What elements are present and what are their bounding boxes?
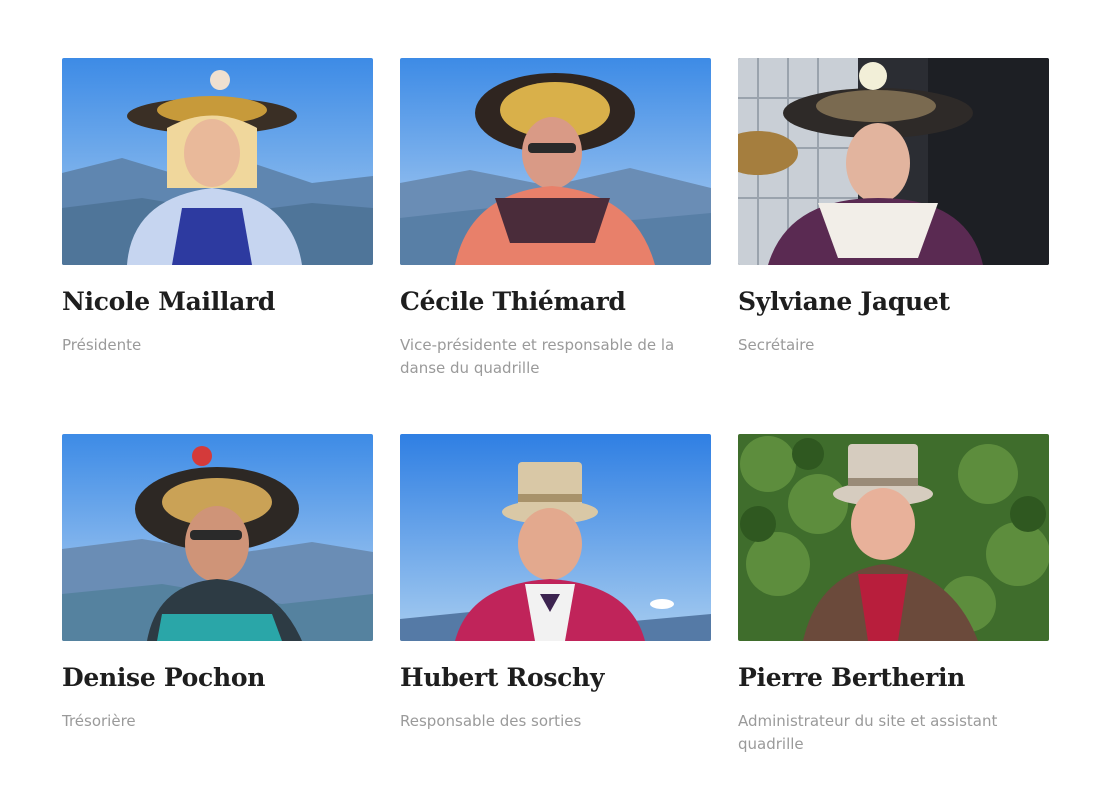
member-name: Pierre Bertherin: [738, 663, 966, 692]
member-name: Denise Pochon: [62, 663, 266, 692]
member-photo: [62, 434, 373, 641]
member-role: Secrétaire: [738, 336, 815, 354]
committee-grid: Nicole Maillard Présidente Cécile Thiéma…: [62, 58, 1049, 810]
member-photo: [738, 58, 1049, 265]
member-card: Nicole Maillard Présidente: [62, 58, 373, 434]
member-card: Cécile Thiémard Vice-présidente et respo…: [400, 58, 711, 434]
member-card: Hubert Roschy Responsable des sorties: [400, 434, 711, 810]
member-role: Administrateur du site et assistant quad…: [738, 712, 998, 753]
member-name: Sylviane Jaquet: [738, 287, 950, 316]
member-role: Responsable des sorties: [400, 712, 582, 730]
member-photo: [738, 434, 1049, 641]
member-card: Pierre Bertherin Administrateur du site …: [738, 434, 1049, 810]
member-card: Sylviane Jaquet Secrétaire: [738, 58, 1049, 434]
member-photo: [62, 58, 373, 265]
member-name: Cécile Thiémard: [400, 287, 626, 316]
member-photo: [400, 434, 711, 641]
member-name: Nicole Maillard: [62, 287, 276, 316]
member-photo: [400, 58, 711, 265]
member-role: Trésorière: [62, 712, 136, 730]
member-name: Hubert Roschy: [400, 663, 605, 692]
member-card: Denise Pochon Trésorière: [62, 434, 373, 810]
member-role: Vice-présidente et responsable de la dan…: [400, 336, 675, 377]
member-role: Présidente: [62, 336, 142, 354]
